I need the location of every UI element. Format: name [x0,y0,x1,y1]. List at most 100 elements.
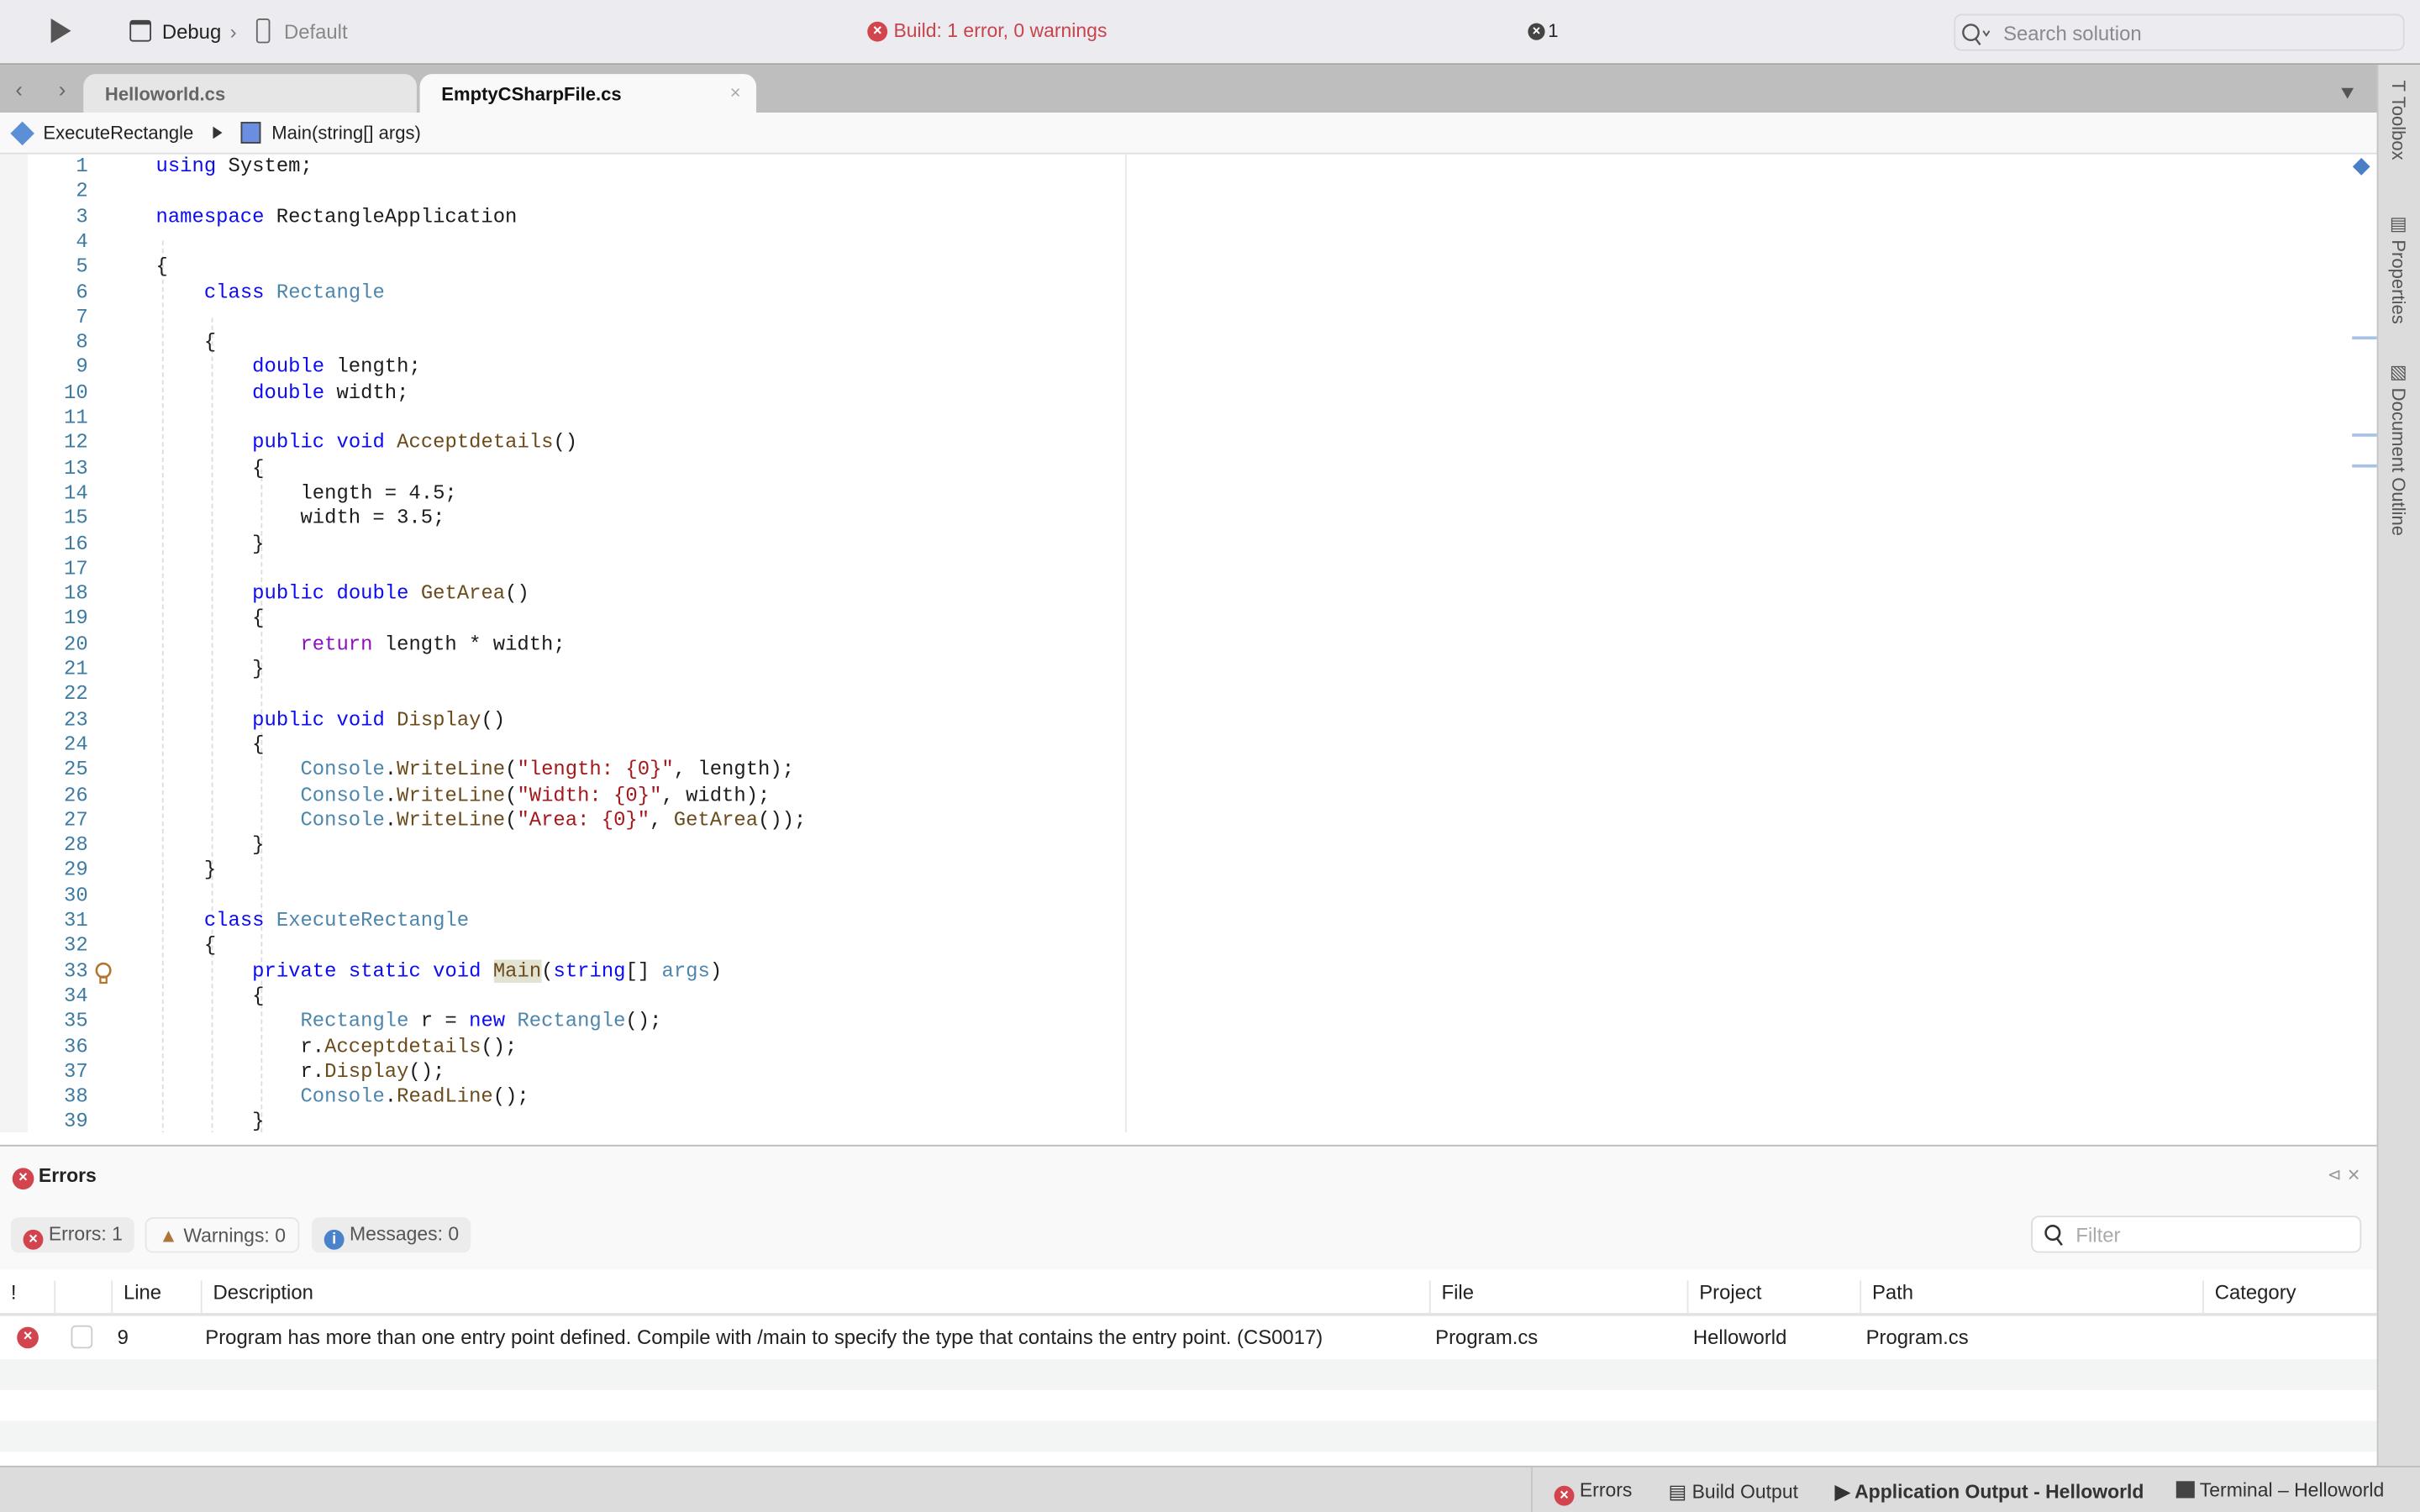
sidebar-item-document-outline[interactable]: ▧ Document Outline [2387,361,2409,536]
code-line[interactable]: double length; [156,355,421,381]
statusbar-application-output[interactable]: ▶ Application Output - Helloworld [1835,1479,2144,1503]
main-toolbar: Debug › Default × Build: 1 error, 0 warn… [0,0,2420,66]
column-checkbox[interactable] [54,1280,111,1315]
code-line[interactable]: double width; [156,381,409,406]
build-status[interactable]: Build: 1 error, 0 warnings [893,20,1107,42]
column-severity[interactable]: ! [0,1280,17,1314]
code-token: , width); [661,783,771,806]
code-line[interactable]: class ExecuteRectangle [156,909,469,934]
code-line[interactable]: { [156,732,264,758]
lightbulb-icon[interactable] [94,961,113,985]
nav-forward-button[interactable]: › [59,77,66,102]
run-button[interactable] [50,18,71,44]
cell-line: 9 [117,1325,129,1349]
code-line[interactable]: Console.WriteLine("length: {0}", length)… [156,758,794,783]
line-number: 24 [64,732,88,756]
breadcrumb-class[interactable]: ExecuteRectangle [43,122,193,144]
warnings-filter-toggle[interactable]: ▲ Warnings: 0 [145,1217,300,1253]
code-line[interactable]: namespace RectangleApplication [156,205,518,230]
error-count[interactable]: 1 [1548,20,1558,42]
code-line[interactable]: private static void Main(string[] args) [156,958,722,984]
code-line[interactable]: Rectangle r = new Rectangle(); [156,1009,662,1035]
window-icon [129,19,152,42]
code-line[interactable]: using System; [156,155,313,180]
code-line[interactable]: { [156,330,216,355]
code-token: System; [216,154,313,178]
code-token: double [252,381,325,404]
search-solution-input[interactable]: Search solution [1954,13,2405,51]
code-line[interactable]: r.Display(); [156,1059,445,1084]
code-line[interactable]: width = 3.5; [156,507,445,532]
pin-icon[interactable]: ⊲ [2328,1165,2342,1185]
code-line[interactable]: Console.WriteLine("Width: {0}", width); [156,783,771,808]
column-path[interactable]: Path [1860,1280,1913,1315]
tab-dropdown-icon[interactable] [2341,87,2354,99]
done-checkbox[interactable] [71,1325,93,1349]
statusbar-errors[interactable]: × Errors [1554,1479,1632,1506]
code-token: (); [625,1009,662,1033]
column-description[interactable]: Description [200,1280,313,1315]
table-row[interactable]: × 9 Program has more than one entry poin… [0,1315,2377,1360]
column-project[interactable]: Project [1686,1280,1762,1315]
code-token: } [155,858,217,882]
code-line[interactable]: } [155,858,217,884]
code-line[interactable]: length = 4.5; [156,481,456,507]
build-output-icon: ▤ [1668,1481,1687,1503]
code-line[interactable]: class Rectangle [156,280,385,305]
close-tab-icon[interactable]: × [730,81,741,103]
scroll-marker [2352,464,2377,468]
code-line[interactable]: } [156,833,264,858]
code-line[interactable]: public void Display() [156,707,505,732]
breadcrumb-method[interactable]: Main(string[] args) [271,122,421,144]
code-line[interactable]: public void Acceptdetails() [156,431,577,456]
line-number: 33 [64,958,88,983]
close-pad-icon[interactable]: × [2348,1162,2360,1186]
nav-back-button[interactable]: ‹ [15,77,23,102]
code-line[interactable]: { [156,456,264,481]
code-token: . [384,1084,397,1108]
tab-helloworld[interactable]: Helloworld.cs [83,74,417,113]
statusbar-terminal[interactable]: Terminal – Helloworld [2175,1479,2384,1501]
code-token: Main [492,958,542,983]
filter-input[interactable]: Filter [2031,1215,2362,1253]
editor-gutter [0,154,29,1133]
code-line[interactable]: r.Acceptdetails(); [156,1035,517,1060]
tab-emptycsharpfile[interactable]: EmptyCSharpFile.cs × [419,74,757,113]
pad-title: Errors [38,1164,97,1187]
code-token: } [155,657,265,681]
code-line[interactable]: } [155,657,265,682]
sidebar-item-properties[interactable]: ▤ Properties [2387,213,2409,323]
code-editor[interactable]: 1 using System; 2 3 namespace RectangleAppli… [0,154,2377,1133]
code-line[interactable]: } [156,1110,264,1132]
column-file[interactable]: File [1428,1280,1474,1315]
messages-filter-toggle[interactable]: i Messages: 0 [312,1217,471,1253]
code-line[interactable]: { [156,255,168,280]
configuration-selector[interactable]: Debug [162,20,221,44]
code-token: ReadLine [397,1084,493,1108]
line-number: 10 [64,381,88,404]
code-line[interactable]: Console.WriteLine("Area: {0}", GetArea()… [156,808,806,833]
errors-filter-toggle[interactable]: × Errors: 1 [10,1217,135,1253]
column-category[interactable]: Category [2202,1280,2296,1315]
statusbar-build-output[interactable]: ▤ Build Output [1669,1479,1798,1503]
column-line[interactable]: Line [111,1280,161,1315]
line-number: 2 [76,179,88,203]
device-selector[interactable]: Default [284,20,348,44]
code-token: length; [324,355,421,379]
code-token: WriteLine [397,808,506,832]
code-line[interactable]: { [156,934,216,959]
code-line[interactable]: return length * width; [156,632,565,657]
code-line[interactable]: { [156,607,264,633]
terminal-icon [2175,1481,2195,1499]
line-number: 14 [64,480,88,505]
sidebar-item-toolbox[interactable]: T Toolbox [2387,81,2409,160]
code-line[interactable]: { [156,984,264,1010]
code-line[interactable]: Console.ReadLine(); [156,1084,529,1110]
code-line[interactable]: } [156,532,264,557]
code-line[interactable]: public double GetArea() [156,582,529,607]
